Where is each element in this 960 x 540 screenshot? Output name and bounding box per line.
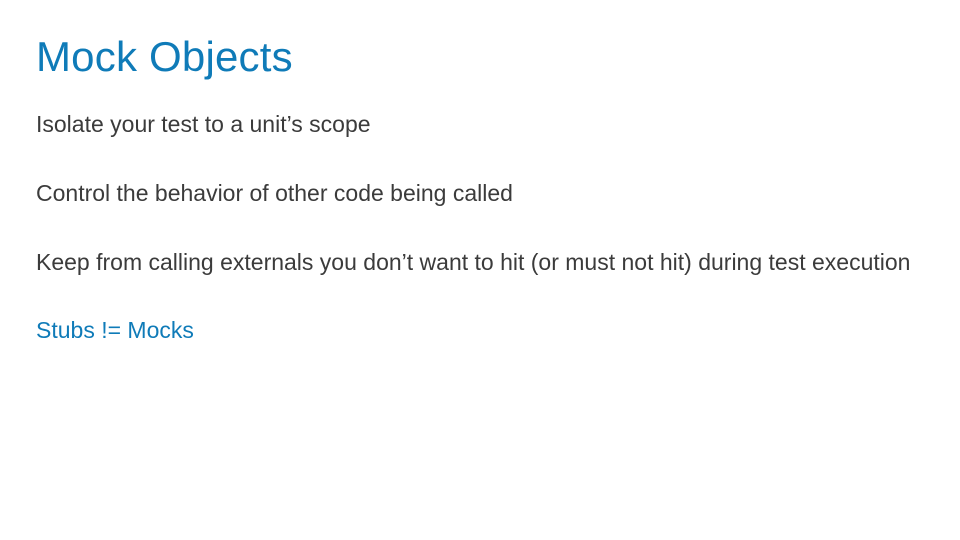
bullet-3: Keep from calling externals you don’t wa…	[36, 248, 916, 277]
slide: Mock Objects Isolate your test to a unit…	[0, 0, 960, 540]
bullet-1: Isolate your test to a unit’s scope	[36, 110, 916, 139]
bullet-4-emphasis: Stubs != Mocks	[36, 316, 916, 345]
slide-title: Mock Objects	[36, 34, 920, 80]
bullet-2: Control the behavior of other code being…	[36, 179, 916, 208]
